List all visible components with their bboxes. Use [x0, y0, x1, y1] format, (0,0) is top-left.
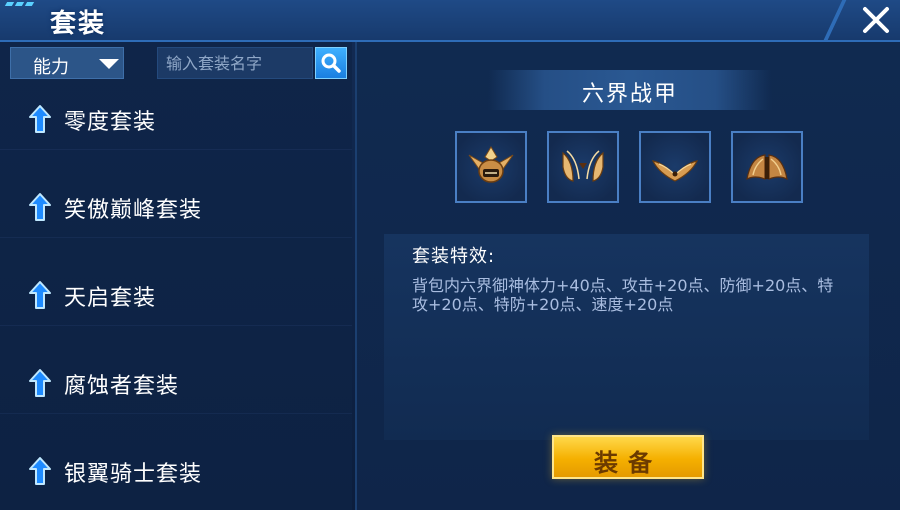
chevron-down-icon: [99, 59, 119, 69]
set-effect-title: 套装特效:: [412, 246, 496, 267]
equip-button-label: 装备: [594, 449, 662, 477]
divider: [0, 325, 352, 326]
set-effect-description: 背包内六界御神体力+40点、攻击+20点、防御+20点、特攻+20点、特防+20…: [412, 276, 834, 314]
equipment-slot-helmet[interactable]: [455, 131, 527, 203]
upgrade-arrow-icon: [29, 369, 51, 397]
upgrade-arrow-icon: [29, 281, 51, 309]
search-icon: [321, 53, 341, 73]
divider: [0, 413, 352, 414]
upgrade-arrow-icon: [29, 457, 51, 485]
suit-name: 腐蚀者套装: [64, 374, 180, 399]
window-title: 套装: [50, 9, 107, 39]
suit-name: 银翼骑士套装: [64, 462, 203, 487]
equipment-slot-shoulder[interactable]: [547, 131, 619, 203]
wings-icon: [746, 154, 788, 181]
title-slant-decoration: [822, 0, 848, 40]
divider: [0, 149, 352, 150]
divider: [0, 237, 352, 238]
chest-armor-icon: [651, 160, 699, 182]
upgrade-arrow-icon: [29, 193, 51, 221]
filter-dropdown[interactable]: 能力: [10, 47, 124, 79]
list-item[interactable]: 零度套装: [0, 90, 352, 150]
suit-detail-panel: 六界战甲 套装特效: 背包内六界御神体力+40点、攻击+20点、防御+20点、特…: [355, 42, 900, 510]
search-input[interactable]: [158, 48, 312, 78]
search-box: [157, 47, 313, 79]
suit-name: 零度套装: [64, 110, 157, 135]
equipment-slot-wings[interactable]: [731, 131, 803, 203]
suit-name: 天启套装: [64, 286, 157, 311]
search-button[interactable]: [315, 47, 347, 79]
list-item[interactable]: 笑傲巅峰套装: [0, 178, 352, 238]
title-decoration: [4, 2, 46, 12]
set-name: 六界战甲: [581, 82, 678, 107]
helmet-icon: [468, 146, 514, 183]
list-item[interactable]: 银翼骑士套装: [0, 442, 352, 502]
suit-list-panel: 能力 零度套装 笑傲巅峰套装: [0, 42, 352, 510]
equip-button[interactable]: 装备: [552, 435, 704, 479]
list-item[interactable]: 天启套装: [0, 266, 352, 326]
title-bar: 套装: [0, 0, 900, 42]
suit-name: 笑傲巅峰套装: [64, 198, 203, 223]
list-item[interactable]: 腐蚀者套装: [0, 354, 352, 414]
set-title-banner: 六界战甲: [488, 70, 772, 110]
upgrade-arrow-icon: [29, 105, 51, 133]
set-effect-panel: 套装特效: 背包内六界御神体力+40点、攻击+20点、防御+20点、特攻+20点…: [384, 234, 869, 440]
equipment-slot-chest[interactable]: [639, 131, 711, 203]
close-icon: [863, 7, 889, 33]
filter-label: 能力: [33, 57, 69, 78]
close-button[interactable]: [852, 0, 900, 40]
suit-panel: 套装 能力 零度套装: [0, 0, 900, 510]
shoulder-armor-icon: [562, 150, 604, 182]
